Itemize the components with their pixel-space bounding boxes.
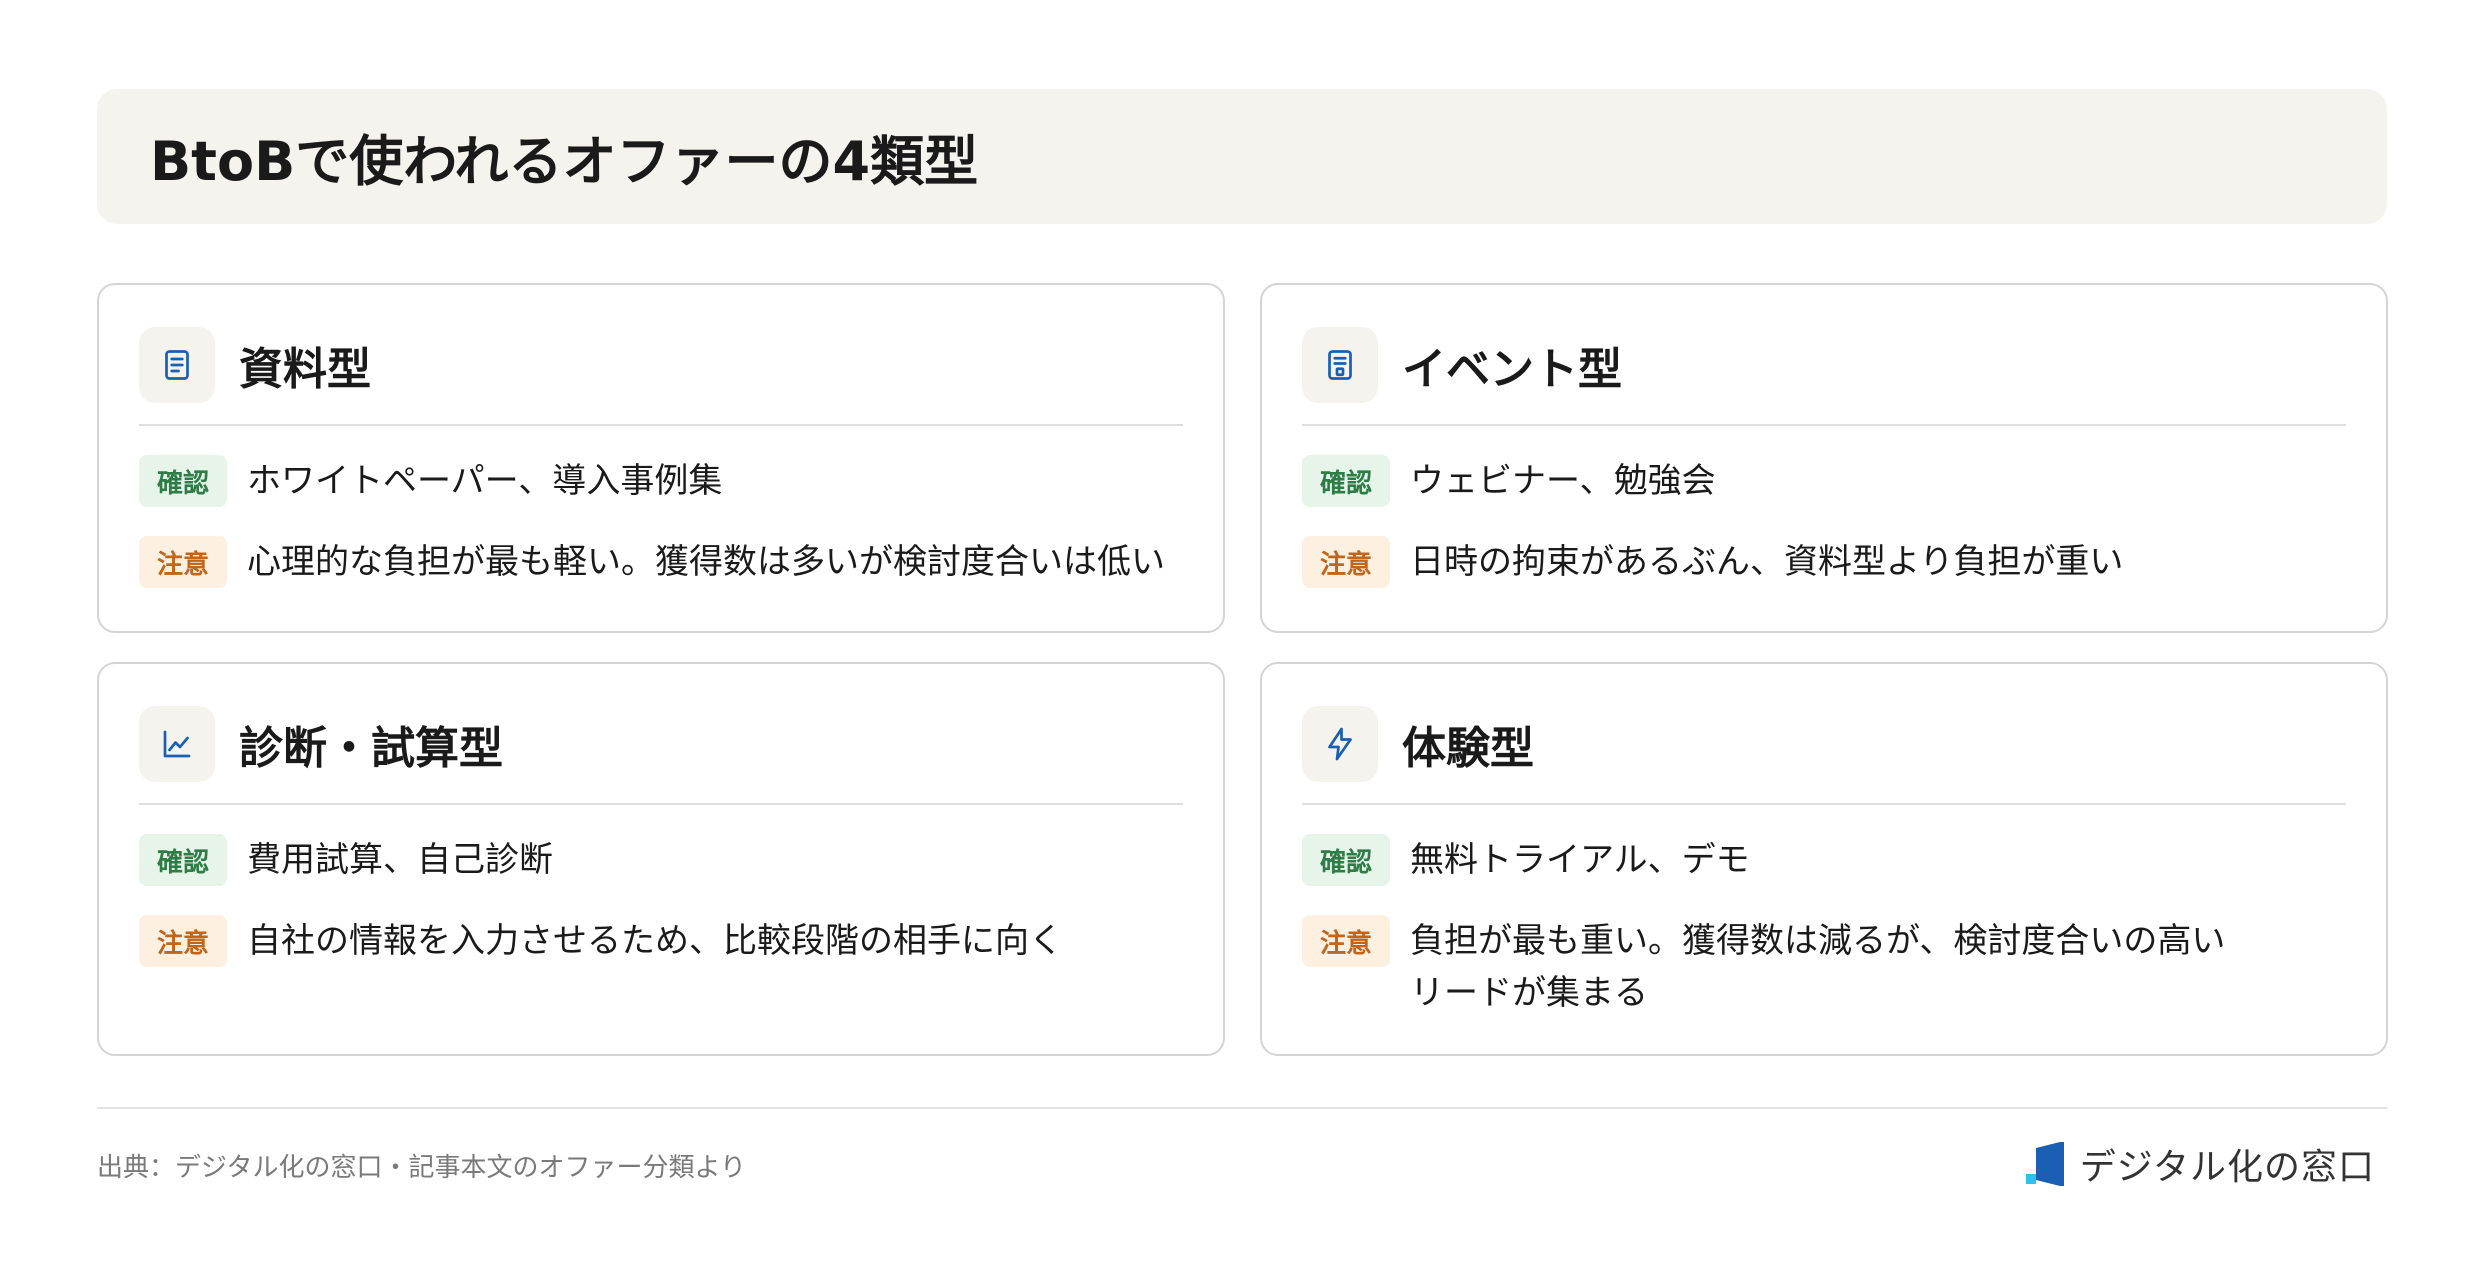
card-divider [139,803,1183,805]
confirm-tag: 確認 [139,834,227,886]
brand-mark-icon [2025,1142,2064,1186]
confirm-text: ホワイトペーパー、導入事例集 [247,461,723,501]
confirm-row: 確認 ホワイトペーパー、導入事例集 [139,455,1183,507]
card-title: 資料型 [239,344,371,395]
caution-row: 注意 負担が最も重い。獲得数は減るが、検討度合いの高い リードが集まる [1302,915,2346,1019]
card-divider [1302,803,2346,805]
card-divider [139,424,1183,426]
caution-tag: 注意 [139,915,227,967]
caution-row: 注意 自社の情報を入力させるため、比較段階の相手に向く [139,915,1183,967]
card-header: 診断・試算型 [139,704,1183,784]
brand-name: デジタル化の窓口 [2079,1147,2375,1188]
offer-card-document: 資料型 確認 ホワイトペーパー、導入事例集 注意 心理的な負担が最も軽い。獲得数… [97,283,1225,633]
confirm-text: 無料トライアル、デモ [1410,840,1750,880]
line-chart-icon [139,706,215,782]
confirm-row: 確認 無料トライアル、デモ [1302,834,2346,886]
confirm-tag: 確認 [1302,455,1390,507]
confirm-tag: 確認 [139,455,227,507]
caution-text: 負担が最も重い。獲得数は減るが、検討度合いの高い リードが集まる [1410,921,2226,1013]
confirm-row: 確認 費用試算、自己診断 [139,834,1183,886]
page: BtoBで使われるオファーの4類型 資料型 確認 ホワイトペーパー、導入事例集 … [0,0,2480,1280]
card-header: 体験型 [1302,704,2346,784]
source-note: 出典：デジタル化の窓口・記事本文のオファー分類より [97,1153,746,1183]
page-title: BtoBで使われるオファーの4類型 [150,130,979,193]
offer-card-trial: 体験型 確認 無料トライアル、デモ 注意 負担が最も重い。獲得数は減るが、検討度… [1260,662,2388,1056]
title-banner: BtoBで使われるオファーの4類型 [97,89,2387,224]
caution-tag: 注意 [1302,915,1390,967]
card-title: イベント型 [1402,344,1622,395]
caution-text: 心理的な負担が最も軽い。獲得数は多いが検討度合いは低い [247,542,1165,582]
confirm-text: 費用試算、自己診断 [247,840,553,880]
caution-text: 自社の情報を入力させるため、比較段階の相手に向く [247,921,1063,961]
caution-tag: 注意 [1302,536,1390,588]
caution-row: 注意 心理的な負担が最も軽い。獲得数は多いが検討度合いは低い [139,536,1183,588]
confirm-row: 確認 ウェビナー、勉強会 [1302,455,2346,507]
card-header: イベント型 [1302,325,2346,405]
event-ticket-icon [1302,327,1378,403]
lightning-icon [1302,706,1378,782]
brand-logo: デジタル化の窓口 [2024,1138,2375,1190]
offer-card-event: イベント型 確認 ウェビナー、勉強会 注意 日時の拘束があるぶん、資料型より負担… [1260,283,2388,633]
footer-divider [97,1107,2387,1109]
offer-card-diagnosis: 診断・試算型 確認 費用試算、自己診断 注意 自社の情報を入力させるため、比較段… [97,662,1225,1056]
card-title: 体験型 [1402,723,1534,774]
caution-text: 日時の拘束があるぶん、資料型より負担が重い [1410,542,2124,582]
card-title: 診断・試算型 [239,723,503,774]
card-header: 資料型 [139,325,1183,405]
confirm-tag: 確認 [1302,834,1390,886]
document-icon [139,327,215,403]
confirm-text: ウェビナー、勉強会 [1410,461,1716,501]
card-divider [1302,424,2346,426]
caution-tag: 注意 [139,536,227,588]
caution-row: 注意 日時の拘束があるぶん、資料型より負担が重い [1302,536,2346,588]
